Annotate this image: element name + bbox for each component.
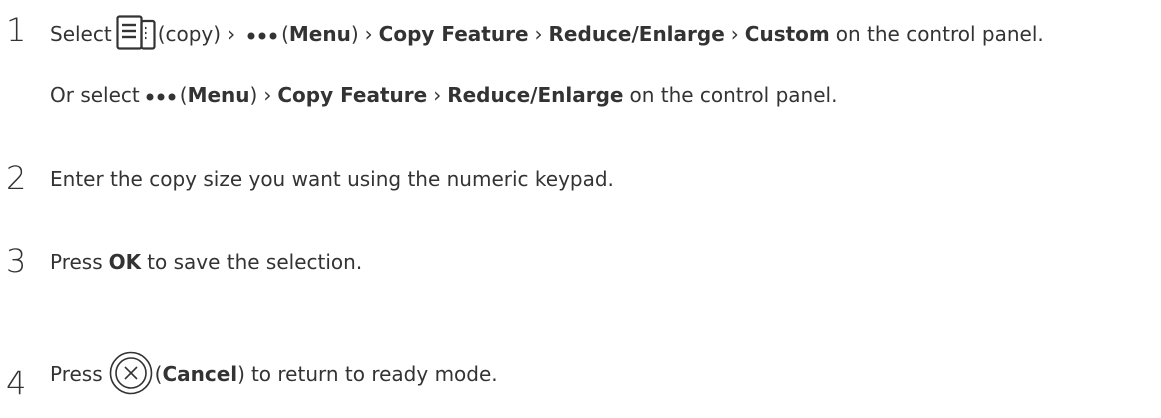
paren: (	[281, 22, 289, 46]
menu-label: Menu	[288, 22, 351, 46]
step-3-line: Press OK to save the selection.	[50, 249, 362, 275]
step-text: Or select	[50, 83, 140, 107]
paren: (	[154, 362, 163, 386]
step-2-line: Enter the copy size you want using the n…	[50, 166, 614, 192]
step-text: to return to ready mode.	[250, 362, 498, 386]
menu-dots-icon	[146, 85, 176, 105]
step-text: on the control panel.	[629, 83, 838, 107]
menu-label: Menu	[187, 83, 250, 107]
paren: (	[179, 83, 188, 107]
paren: )	[237, 362, 245, 386]
separator: ›	[433, 83, 442, 107]
step-text: to save the selection.	[147, 250, 363, 274]
step-text: Enter the copy size you want using the n…	[50, 167, 614, 191]
step-number: 1	[6, 11, 27, 49]
step-1-line-1: Select (copy) › (Menu) › Copy Feature › …	[50, 14, 1044, 54]
reduce-enlarge-label: Reduce/Enlarge	[447, 83, 624, 107]
copy-feature-label: Copy Feature	[277, 83, 428, 107]
paren: )	[249, 83, 258, 107]
custom-label: Custom	[744, 22, 830, 46]
separator: ›	[730, 22, 739, 46]
menu-dots-icon	[247, 24, 277, 44]
paren: )	[350, 22, 359, 46]
copy-icon	[116, 14, 156, 54]
separator: ›	[263, 83, 272, 107]
separator: ›	[227, 22, 236, 46]
step-4-line: Press (Cancel) to return to ready mode.	[50, 351, 498, 398]
copy-feature-label: Copy Feature	[378, 22, 529, 46]
step-number: 3	[6, 242, 27, 280]
step-text: Select	[50, 22, 112, 46]
step-1-line-2: Or select (Menu) › Copy Feature › Reduce…	[50, 82, 837, 108]
ok-label: OK	[108, 250, 142, 274]
step-number: 4	[6, 364, 27, 402]
cancel-label: Cancel	[162, 362, 238, 386]
step-text: on the control panel.	[835, 22, 1044, 46]
separator: ›	[364, 22, 373, 46]
copy-label: (copy)	[157, 22, 222, 46]
separator: ›	[534, 22, 543, 46]
reduce-enlarge-label: Reduce/Enlarge	[548, 22, 725, 46]
step-text: Press	[50, 362, 103, 386]
cancel-icon	[109, 351, 153, 398]
step-text: Press	[50, 250, 103, 274]
step-number: 2	[6, 159, 27, 197]
